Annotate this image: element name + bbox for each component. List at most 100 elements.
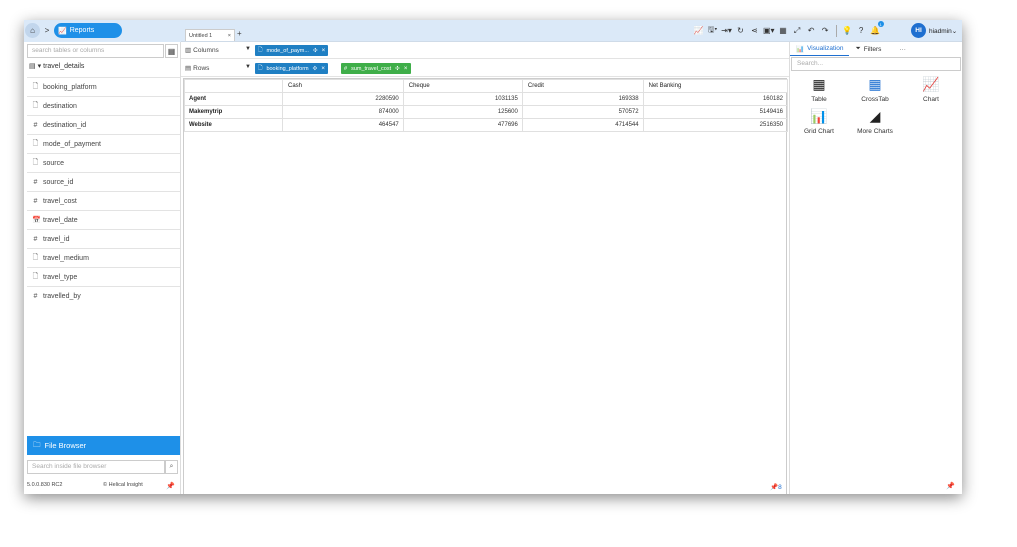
add-tab-button[interactable]: + — [237, 29, 242, 38]
redo-icon[interactable]: ↷ — [820, 24, 831, 37]
tab-filters[interactable]: ⏷ Filters — [849, 42, 887, 56]
field-item[interactable]: # travel_id — [27, 229, 180, 248]
field-name: destination — [43, 102, 77, 110]
export-icon[interactable]: ⇥▾ — [721, 24, 732, 37]
username-menu[interactable]: hiadmin⌄ — [929, 27, 957, 35]
field-item[interactable]: 🗋 travel_type — [27, 267, 180, 286]
rows-chip-sum-travel-cost[interactable]: # sum_travel_cost ✣ × — [341, 63, 411, 74]
field-item[interactable]: 🗋 travel_medium — [27, 248, 180, 267]
close-icon[interactable]: × — [322, 47, 326, 54]
grid-view-icon[interactable]: ▦ — [165, 44, 178, 58]
viz-search-input[interactable]: Search... — [791, 57, 961, 71]
avatar[interactable]: HI — [911, 23, 926, 38]
caret-down-icon[interactable]: ▼ — [245, 46, 251, 52]
text-field-icon: 🗋 — [32, 253, 39, 261]
rows-label: Rows — [193, 64, 210, 72]
table-node[interactable]: ▤ ▾ travel_details — [29, 62, 84, 71]
chevron-down-icon: ⌄ — [951, 28, 958, 35]
viz-chart[interactable]: 📈 Chart — [906, 75, 956, 104]
bell-icon[interactable]: 🔔 1 — [870, 21, 884, 37]
line-chart-icon[interactable]: 📈 — [693, 24, 704, 37]
field-item[interactable]: 🗋 booking_platform — [27, 77, 180, 96]
grid-column-header[interactable] — [184, 79, 283, 93]
columns-chip[interactable]: 🗋 mode_of_paym... ✣ × — [255, 45, 329, 56]
grid-header-row: Cash Cheque Credit Net Banking — [184, 79, 789, 93]
expand-icon[interactable]: ⤢ — [792, 24, 803, 37]
grid-cell: 2516350 — [642, 118, 789, 132]
folder-icon: 🗀 — [33, 440, 41, 449]
database-icon[interactable]: ▦ — [778, 24, 789, 37]
text-field-icon: 🗋 — [32, 272, 39, 280]
text-field-icon: 🗋 — [32, 101, 39, 109]
viz-more-charts[interactable]: ◢ More Charts — [850, 107, 900, 136]
close-icon[interactable]: × — [321, 65, 325, 72]
field-item[interactable]: # travelled_by — [27, 286, 180, 305]
grid-row-header: Agent — [184, 92, 283, 106]
viz-label: CrossTab — [861, 96, 889, 103]
report-tab[interactable]: Untitled 1 × — [185, 29, 235, 41]
bulb-icon[interactable]: 💡 — [842, 24, 853, 37]
grid-column-header[interactable]: Credit — [521, 79, 644, 93]
brand-text: © Helical Insight — [103, 482, 143, 488]
text-field-icon: 🗋 — [258, 65, 263, 71]
pin-icon[interactable]: 📌 — [946, 482, 955, 490]
move-icon[interactable]: ✣ — [313, 66, 318, 72]
search-icon[interactable]: ⌕ — [165, 460, 178, 474]
grid-cell: 464547 — [282, 118, 404, 132]
file-browser-button[interactable]: 🗀 File Browser — [27, 436, 180, 455]
more-icon[interactable]: ··· — [899, 46, 906, 53]
right-panel: 📊 Visualization ⏷ Filters ··· Search... … — [789, 42, 962, 494]
tab-visualization[interactable]: 📊 Visualization — [790, 42, 850, 56]
undo-icon[interactable]: ↶ — [806, 24, 817, 37]
viz-grid-chart[interactable]: 📊 Grid Chart — [794, 107, 844, 136]
viz-table[interactable]: ▦ Table — [794, 75, 844, 104]
app-window: ⌂ > 📈 Reports search tables or columns ▦… — [24, 20, 962, 494]
text-field-icon: 🗋 — [32, 139, 39, 147]
file-browser-search-input[interactable]: Search inside file browser — [27, 460, 165, 474]
field-item[interactable]: 🗋 mode_of_payment — [27, 134, 180, 153]
help-icon[interactable]: ? — [856, 24, 867, 37]
home-icon[interactable]: ⌂ — [25, 23, 40, 38]
table-row: Makemytrip 874000 125600 570572 5149416 — [184, 105, 789, 119]
columns-shelf-label: ▥ Columns — [185, 46, 219, 55]
caret-down-icon[interactable]: ▼ — [245, 64, 251, 70]
field-item[interactable]: 🗋 source — [27, 153, 180, 172]
close-icon[interactable]: × — [228, 33, 231, 39]
pin-icon[interactable]: 📌 — [166, 482, 175, 490]
grid-chart-icon: 📊 — [810, 107, 828, 124]
save-icon[interactable]: 🖫▾ — [707, 24, 718, 37]
grid-column-header[interactable]: Cheque — [402, 79, 523, 93]
grid-column-header[interactable]: Net Banking — [642, 79, 789, 93]
field-item[interactable]: 📅 travel_date — [27, 210, 180, 229]
move-icon[interactable]: ✣ — [395, 66, 400, 72]
username-label: hiadmin — [929, 28, 952, 35]
rows-shelf-label: ▤ Rows — [185, 64, 210, 73]
field-item[interactable]: # source_id — [27, 172, 180, 191]
columns-shelf[interactable]: ▥ Columns ▼ 🗋 mode_of_paym... ✣ × — [181, 42, 789, 59]
move-icon[interactable]: ✣ — [313, 48, 318, 54]
crosstab-grid: Cash Cheque Credit Net Banking Agent 2280590… — [183, 78, 789, 494]
rows-chip-booking-platform[interactable]: 🗋 booking_platform ✣ × — [255, 63, 329, 74]
field-item[interactable]: 🗋 destination — [27, 96, 180, 115]
share-icon[interactable]: ⋖ — [749, 24, 760, 37]
report-tab-label: Untitled 1 — [189, 32, 213, 39]
tab-filters-label: Filters — [863, 45, 882, 53]
refresh-icon[interactable]: ↻ — [735, 24, 746, 37]
table-row: Agent 2280590 1031135 169338 160182 — [184, 92, 789, 106]
search-tables-input[interactable]: search tables or columns — [27, 44, 164, 58]
left-panel: ⌂ > 📈 Reports search tables or columns ▦… — [24, 20, 181, 494]
rows-shelf[interactable]: ▤ Rows ▼ 🗋 booking_platform ✣ × # sum_tr… — [181, 60, 789, 77]
field-item[interactable]: # travel_cost — [27, 191, 180, 210]
layout-icon[interactable]: ▣▾ — [763, 24, 775, 37]
rows-icon: ▤ — [185, 65, 192, 72]
rows-chip-label: booking_platform — [266, 65, 309, 72]
pin-icon[interactable]: 📌8 — [770, 483, 782, 491]
breadcrumb-reports[interactable]: 📈 Reports — [54, 23, 122, 38]
field-name: mode_of_payment — [43, 140, 101, 148]
viz-crosstab[interactable]: ▦ CrossTab — [850, 75, 900, 104]
grid-cell: 1031135 — [402, 92, 523, 106]
field-item[interactable]: # destination_id — [27, 115, 180, 134]
field-name: destination_id — [43, 121, 87, 129]
close-icon[interactable]: × — [404, 65, 408, 72]
grid-column-header[interactable]: Cash — [282, 79, 404, 93]
